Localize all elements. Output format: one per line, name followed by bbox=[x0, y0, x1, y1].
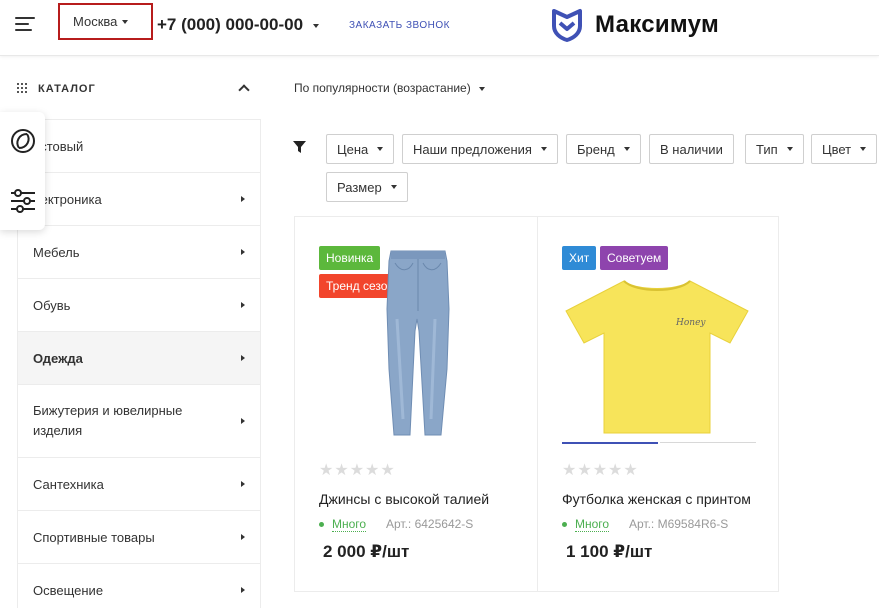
product-article: Арт.: M69584R6-S bbox=[629, 517, 729, 531]
floating-tools-panel bbox=[0, 112, 45, 230]
sidebar-item[interactable]: Сантехника bbox=[18, 458, 260, 511]
product-card[interactable]: Новинка Тренд сезона ★★★★★ Джинсы с высо… bbox=[295, 217, 537, 591]
callback-link[interactable]: ЗАКАЗАТЬ ЗВОНОК bbox=[349, 20, 450, 31]
product-price: 1 100 ₽/шт bbox=[566, 542, 653, 561]
chevron-down-icon bbox=[122, 19, 129, 24]
filter-settings-button[interactable] bbox=[0, 178, 45, 223]
stock-status: Много bbox=[562, 517, 610, 532]
rings-icon bbox=[10, 128, 35, 153]
city-label: Москва bbox=[73, 14, 118, 29]
product-price: 2 000 ₽/шт bbox=[323, 542, 410, 561]
filter-chip-label: Размер bbox=[337, 179, 382, 195]
chevron-right-icon bbox=[241, 249, 245, 255]
site-header: Москва +7 (000) 000-00-00 ЗАКАЗАТЬ ЗВОНО… bbox=[0, 0, 879, 56]
compare-button[interactable] bbox=[0, 118, 45, 163]
filter-chip[interactable]: Бренд bbox=[566, 134, 641, 164]
product-name[interactable]: Джинсы с высокой талией bbox=[319, 491, 489, 507]
product-grid: Новинка Тренд сезона ★★★★★ Джинсы с высо… bbox=[294, 216, 779, 592]
sidebar-item[interactable]: Обувь bbox=[18, 279, 260, 332]
filter-chip-label: В наличии bbox=[660, 141, 723, 157]
sidebar-item-label: Сантехника bbox=[33, 476, 104, 492]
sidebar-item-label: Освещение bbox=[33, 582, 104, 598]
sidebar-item-label: Одежда bbox=[33, 350, 83, 366]
stock-status: Много bbox=[319, 517, 367, 532]
chevron-right-icon bbox=[241, 534, 245, 540]
chevron-down-icon bbox=[312, 23, 319, 28]
sidebar-item[interactable]: Бижутерия и ювелирные изделия bbox=[18, 385, 260, 458]
chevron-right-icon bbox=[241, 196, 245, 202]
chevron-down-icon bbox=[390, 185, 397, 189]
menu-burger-icon[interactable] bbox=[15, 17, 35, 31]
filter-chip[interactable]: Наши предложения bbox=[402, 134, 558, 164]
chevron-down-icon bbox=[479, 86, 486, 91]
logo-shield-icon bbox=[552, 9, 582, 42]
rating-stars[interactable]: ★★★★★ bbox=[562, 460, 639, 480]
filter-chip[interactable]: Тип bbox=[745, 134, 804, 164]
filter-chip[interactable]: Цвет bbox=[811, 134, 878, 164]
filter-chip[interactable]: В наличии bbox=[649, 134, 734, 164]
sidebar-item-label: Обувь bbox=[33, 297, 71, 313]
product-article: Арт.: 6425642-S bbox=[386, 517, 474, 531]
svg-text:Honey: Honey bbox=[675, 318, 706, 328]
badge-new: Новинка bbox=[319, 246, 381, 270]
sort-selector[interactable]: По популярности (возрастание) bbox=[294, 81, 486, 95]
sort-label: По популярности (возрастание) bbox=[294, 81, 471, 95]
sidebar-item-label: Бижутерия и ювелирные изделия bbox=[33, 403, 183, 438]
badge-hit: Хит bbox=[562, 246, 597, 270]
grid-icon bbox=[17, 83, 28, 94]
sidebar-item-label: Спортивные товары bbox=[33, 529, 155, 545]
city-selector[interactable]: Москва bbox=[58, 3, 153, 40]
logo-text: Максимум bbox=[595, 11, 720, 38]
filter-chip[interactable]: Размер bbox=[326, 172, 408, 202]
sidebar-item[interactable]: Спортивные товары bbox=[18, 511, 260, 564]
chevron-right-icon bbox=[241, 355, 245, 361]
sidebar-item[interactable]: Освещение bbox=[18, 564, 260, 608]
chevron-right-icon bbox=[241, 481, 245, 487]
sidebar-item[interactable]: Одежда bbox=[18, 332, 260, 385]
chevron-down-icon bbox=[623, 147, 630, 151]
site-logo[interactable]: Максимум bbox=[551, 8, 719, 42]
filter-chip-label: Наши предложения bbox=[413, 141, 532, 157]
product-card[interactable]: Хит Советуем Honey ★★★★★ Футболка женска… bbox=[537, 217, 779, 591]
product-image-jeans[interactable] bbox=[383, 249, 453, 439]
sidebar-item-label: Мебель bbox=[33, 244, 80, 260]
chevron-down-icon bbox=[786, 147, 793, 151]
chevron-right-icon bbox=[241, 418, 245, 424]
phone-number[interactable]: +7 (000) 000-00-00 bbox=[157, 15, 319, 35]
chevron-right-icon bbox=[241, 587, 245, 593]
chevron-right-icon bbox=[241, 302, 245, 308]
filter-chip-label: Цена bbox=[337, 141, 369, 157]
chevron-down-icon bbox=[860, 147, 867, 151]
filter-chip-label: Цвет bbox=[822, 141, 852, 157]
filter-chip[interactable]: Цена bbox=[326, 134, 395, 164]
catalog-menu: естовый лектроника Мебель Обувь Одежда Бижуте… bbox=[17, 119, 261, 608]
filter-funnel-icon[interactable] bbox=[293, 141, 306, 153]
sidebar-item[interactable]: естовый bbox=[18, 120, 260, 173]
chevron-up-icon bbox=[238, 84, 250, 96]
rating-stars[interactable]: ★★★★★ bbox=[319, 460, 396, 480]
phone-label: +7 (000) 000-00-00 bbox=[157, 15, 304, 34]
sidebar-item[interactable]: Мебель bbox=[18, 226, 260, 279]
badge-recommended: Советуем bbox=[600, 246, 669, 270]
product-image-tshirt[interactable]: Honey bbox=[564, 277, 750, 437]
chevron-down-icon bbox=[540, 147, 547, 151]
sidebar-item[interactable]: лектроника bbox=[18, 173, 260, 226]
sliders-icon bbox=[10, 188, 35, 213]
product-name[interactable]: Футболка женская с принтом bbox=[562, 491, 751, 507]
catalog-toggle[interactable]: КАТАЛОГ bbox=[0, 66, 260, 112]
filter-chip-label: Тип bbox=[756, 141, 778, 157]
catalog-title: КАТАЛОГ bbox=[38, 83, 96, 95]
filter-chip-label: Бренд bbox=[577, 141, 615, 157]
chevron-down-icon bbox=[377, 147, 384, 151]
